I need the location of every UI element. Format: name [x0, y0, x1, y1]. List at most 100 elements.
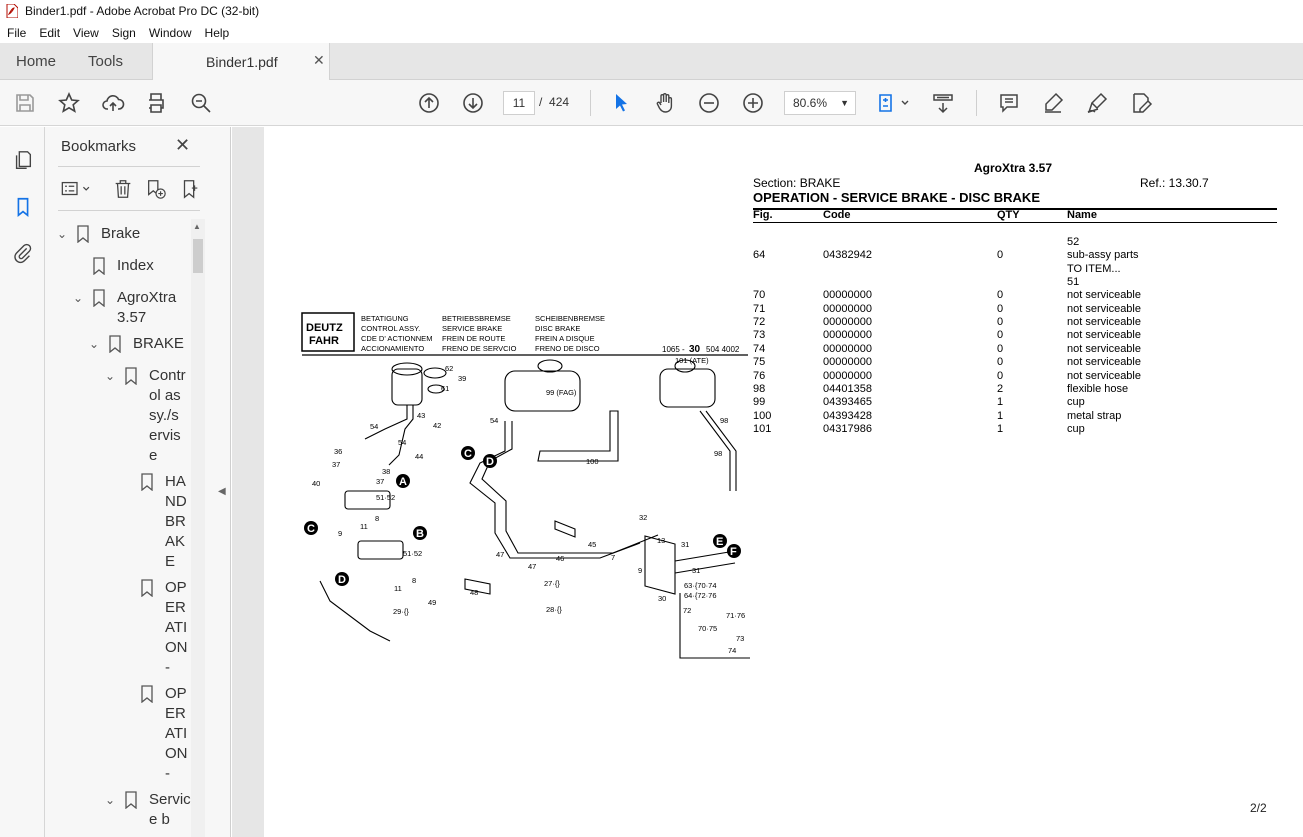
save-icon[interactable] — [12, 90, 38, 116]
zoom-level-select[interactable]: 80.6% ▼ — [784, 91, 856, 115]
bookmark-item[interactable]: ⌄ BRAKE — [55, 334, 205, 354]
acrobat-app-icon — [6, 4, 18, 18]
tab-tools[interactable]: Tools — [88, 43, 123, 80]
cell-qty: 0 — [997, 302, 1004, 315]
svg-text:98: 98 — [714, 449, 722, 458]
fit-page-icon[interactable] — [876, 90, 912, 116]
bookmark-item[interactable]: HANDBRAKE — [55, 472, 205, 572]
zoom-in-icon[interactable] — [740, 90, 766, 116]
collapse-panel-icon[interactable]: ◀ — [218, 486, 226, 497]
star-icon[interactable] — [56, 90, 82, 116]
bookmark-item[interactable]: ⌄ Brake — [55, 224, 205, 244]
bookmark-item[interactable]: ⌄ Service b — [55, 790, 205, 837]
bookmark-item[interactable]: ⌄ AgroXtra 3.57 — [55, 288, 205, 328]
pdf-page: AgroXtra 3.57 Section: BRAKE Ref.: 13.30… — [264, 127, 1303, 837]
header-de: BETATIGUNG — [361, 314, 409, 323]
tab-home[interactable]: Home — [16, 43, 56, 80]
bookmark-item[interactable]: ⌄ Control assy./servise — [55, 366, 205, 466]
svg-text:42: 42 — [433, 421, 441, 430]
page-number-input[interactable]: 11 — [503, 91, 535, 115]
chevron-down-icon[interactable]: ⌄ — [57, 224, 67, 244]
cell-code: 00000000 — [823, 356, 872, 369]
options-menu-icon[interactable] — [59, 177, 95, 201]
cell-code: 04382942 — [823, 249, 872, 262]
chevron-down-icon[interactable]: ⌄ — [73, 288, 83, 308]
svg-text:47: 47 — [528, 562, 536, 571]
bookmark-item[interactable]: OPERATION - — [55, 578, 205, 678]
svg-text:C: C — [464, 448, 472, 460]
scroll-up-icon[interactable]: ▲ — [193, 222, 201, 231]
menu-help[interactable]: Help — [198, 26, 236, 40]
new-bookmark-icon[interactable] — [145, 177, 167, 201]
model-title: AgroXtra 3.57 — [974, 161, 1053, 175]
highlight-pen-icon[interactable] — [1040, 90, 1066, 116]
cell-fig: 74 — [753, 342, 766, 355]
svg-text:A: A — [399, 476, 407, 488]
svg-text:B: B — [416, 528, 424, 540]
edit-pdf-icon[interactable] — [1128, 90, 1154, 116]
pages-thumbnail-icon[interactable] — [10, 147, 36, 173]
svg-text:27·{}: 27·{} — [544, 579, 560, 588]
col-fig: Fig. — [753, 209, 773, 221]
svg-text:39: 39 — [458, 374, 466, 383]
cell-name: not serviceable — [1067, 329, 1141, 342]
bookmark-label: AgroXtra 3.57 — [117, 289, 177, 326]
cell-fig: 76 — [753, 369, 766, 382]
cell-name: flexible hose — [1067, 382, 1129, 395]
cell-code: 04317986 — [823, 422, 872, 435]
cell-code: 04393465 — [823, 396, 872, 409]
next-page-icon[interactable] — [460, 90, 486, 116]
brand-line-2: FAHR — [309, 335, 339, 347]
bookmark-icon — [93, 257, 105, 275]
bookmark-properties-icon[interactable] — [179, 177, 201, 201]
cell-qty: 0 — [997, 356, 1004, 369]
table-rule — [753, 222, 1277, 223]
zoom-out-icon[interactable] — [696, 90, 722, 116]
sub-en: SERVICE BRAKE — [442, 324, 502, 333]
cell-code: 04401358 — [823, 382, 872, 395]
previous-page-icon[interactable] — [416, 90, 442, 116]
close-tab-icon[interactable]: ✕ — [313, 52, 325, 69]
cell-name: TO ITEM... — [1067, 262, 1121, 275]
attachment-icon[interactable] — [10, 240, 36, 266]
menu-sign[interactable]: Sign — [105, 26, 142, 40]
menu-view[interactable]: View — [66, 26, 105, 40]
svg-text:54: 54 — [370, 422, 378, 431]
bookmarks-scrollbar[interactable]: ▲ — [191, 219, 205, 837]
bookmark-item[interactable]: OPERATION - — [55, 684, 205, 784]
svg-text:31: 31 — [681, 540, 689, 549]
menu-edit[interactable]: Edit — [32, 26, 66, 40]
print-icon[interactable] — [143, 90, 169, 116]
comment-icon[interactable] — [996, 90, 1022, 116]
chevron-down-icon[interactable]: ⌄ — [89, 334, 99, 354]
bookmark-panel-icon[interactable] — [10, 194, 36, 220]
tab-document[interactable]: Binder1.pdf ✕ — [152, 43, 330, 81]
chevron-down-icon[interactable]: ⌄ — [105, 366, 115, 386]
bookmark-icon — [141, 473, 153, 491]
zoom-value: 80.6% — [793, 96, 828, 110]
toolbar-divider — [590, 90, 591, 116]
header-fr: CDE D' ACTIONNEM — [361, 334, 432, 343]
scrollbar-thumb[interactable] — [193, 239, 203, 273]
bookmark-icon — [125, 367, 137, 385]
svg-text:49: 49 — [428, 598, 436, 607]
svg-text:48: 48 — [470, 588, 478, 597]
close-icon[interactable]: ✕ — [175, 135, 190, 156]
menu-file[interactable]: File — [0, 26, 32, 40]
cell-name: sub-assy parts — [1067, 249, 1139, 262]
delete-bookmark-icon[interactable] — [112, 177, 134, 201]
header-es: ACCIONAMIENTO — [361, 344, 424, 353]
menu-bar: File Edit View Sign Window Help — [0, 22, 1303, 43]
chevron-down-icon[interactable]: ⌄ — [105, 790, 115, 810]
bookmark-icon — [109, 335, 121, 353]
svg-text:54: 54 — [490, 416, 498, 425]
cloud-upload-icon[interactable] — [100, 90, 126, 116]
search-icon[interactable] — [188, 90, 214, 116]
svg-text:37: 37 — [376, 477, 384, 486]
select-cursor-icon[interactable] — [608, 90, 634, 116]
menu-window[interactable]: Window — [142, 26, 198, 40]
hand-tool-icon[interactable] — [652, 90, 678, 116]
scroll-mode-icon[interactable] — [930, 90, 956, 116]
sign-icon[interactable] — [1084, 90, 1110, 116]
bookmark-item[interactable]: Index — [55, 256, 205, 276]
